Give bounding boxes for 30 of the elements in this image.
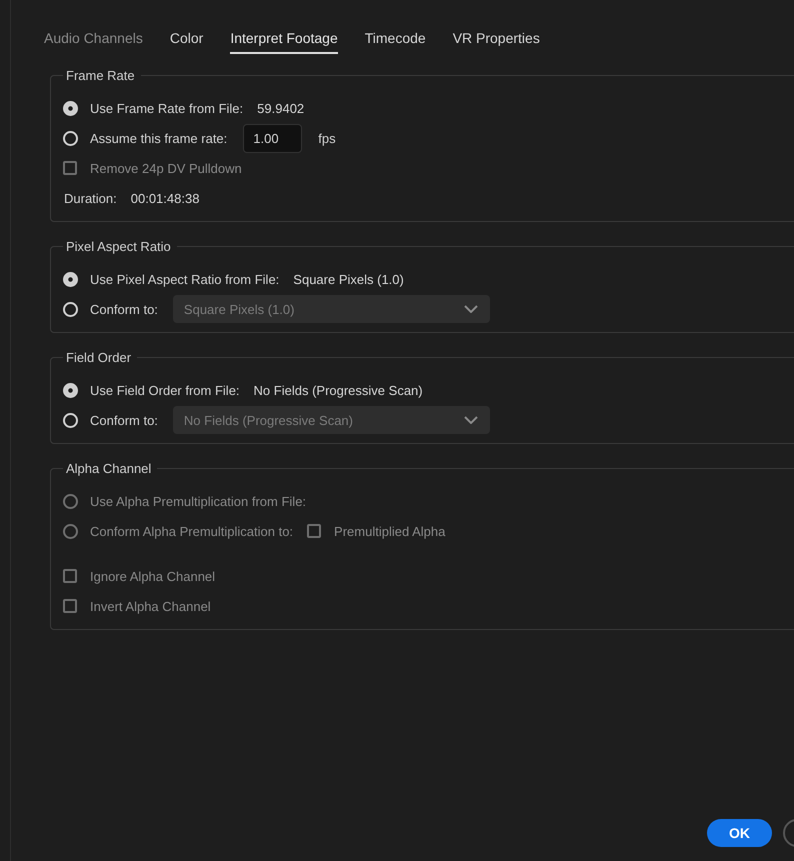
option-value: 59.9402 <box>257 100 304 116</box>
chevron-down-icon <box>464 416 478 424</box>
frame-rate-field[interactable]: 1.00 <box>243 124 302 152</box>
info-value: 00:01:48:38 <box>130 190 200 206</box>
tab[interactable]: VR Properties <box>452 26 540 54</box>
section-title: Frame Rate <box>65 68 136 83</box>
unit-label: fps <box>318 130 336 146</box>
checkbox-label: Premultiplied Alpha <box>334 524 446 538</box>
checkbox-label: Remove 24p DV Pulldown <box>90 160 242 176</box>
option-label: Use Frame Rate from File: <box>90 100 244 116</box>
option-label: Use Pixel Aspect Ratio from File: <box>90 272 280 286</box>
option-label: Conform Alpha Premultiplication to: <box>90 524 294 538</box>
tab[interactable]: Color <box>170 26 204 54</box>
option-label: Conform to: <box>90 302 158 316</box>
section-title: Field Order <box>65 350 132 365</box>
ok-button[interactable]: OK <box>707 819 772 847</box>
tab[interactable]: Interpret Footage <box>230 26 338 54</box>
option-label: Use Alpha Premultiplication from File: <box>90 494 306 508</box>
checkbox-label: Ignore Alpha Channel <box>90 568 216 584</box>
section-title: Alpha Channel <box>65 461 152 476</box>
tab[interactable]: Timecode <box>364 26 426 54</box>
option-label: Conform to: <box>90 412 158 428</box>
option-value: Square Pixels (1.0) <box>293 272 404 286</box>
option-value: No Fields (Progressive Scan) <box>254 382 423 398</box>
option-label: Use Field Order from File: <box>90 382 240 398</box>
chevron-down-icon <box>464 305 478 313</box>
checkbox-label: Invert Alpha Channel <box>90 598 211 614</box>
option-label: Assume this frame rate: <box>90 130 228 146</box>
section-title: Pixel Aspect Ratio <box>65 239 172 254</box>
info-label: Duration: <box>64 190 117 206</box>
